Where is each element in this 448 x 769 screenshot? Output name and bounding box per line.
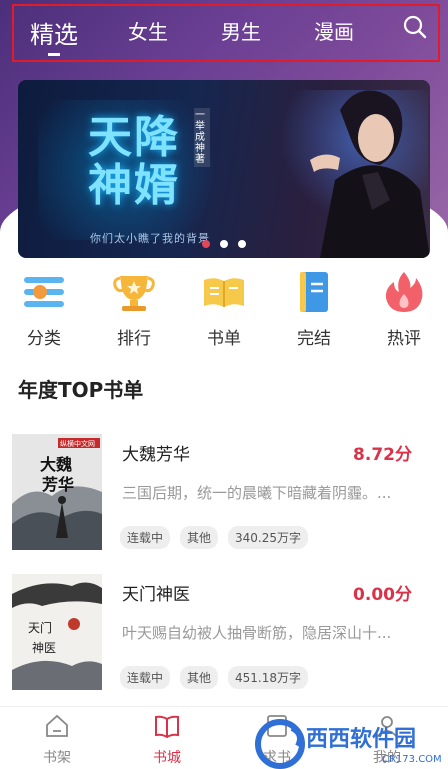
nav-book-city[interactable]: 书城	[132, 713, 202, 767]
search-icon[interactable]	[402, 14, 428, 40]
book-tags: 连载中 其他 451.18万字	[120, 666, 309, 689]
status-tag: 连载中	[120, 526, 171, 549]
tab-male[interactable]: 男生	[221, 16, 261, 45]
book-description: 三国后期，统一的晨曦下暗藏着阴霾。...	[122, 484, 392, 502]
svg-text:天门: 天门	[28, 620, 52, 635]
book-score: 0.00分	[353, 585, 412, 605]
genre-tag: 其他	[180, 526, 219, 549]
svg-text:神医: 神医	[32, 641, 56, 655]
book-item[interactable]: 天门 神医 天门神医 0.00分 叶天赐自幼被人抽骨断筋，隐居深山十... 连载…	[0, 574, 448, 704]
booklist-icon	[204, 278, 244, 307]
category-hot-reviews[interactable]: 热评	[374, 270, 434, 349]
book-description: 叶天赐自幼被人抽骨断筋，隐居深山十...	[122, 624, 392, 642]
top-tab-bar: 精选 女生 男生 漫画	[12, 4, 440, 62]
svg-text:大魏: 大魏	[40, 455, 72, 474]
tab-comics[interactable]: 漫画	[314, 16, 354, 45]
promo-banner[interactable]: 天降神婿 一举成神 著 你们太小瞧了我的背景	[18, 80, 430, 258]
banner-title: 天降神婿	[88, 112, 180, 211]
carousel-dot[interactable]	[238, 240, 246, 248]
tab-label: 女生	[128, 20, 168, 44]
watermark-text: 西西软件园	[306, 726, 416, 752]
category-finished[interactable]: 完结	[284, 270, 344, 349]
book-title: 大魏芳华	[122, 445, 190, 465]
category-label: 排行	[117, 329, 151, 349]
category-ranking[interactable]: 排行	[104, 270, 164, 349]
book-title: 天门神医	[122, 585, 190, 605]
category-label: 分类	[27, 329, 61, 349]
active-tab-indicator	[48, 53, 60, 56]
section-title: 年度TOP书单	[18, 378, 144, 402]
book-cover: 天门 神医	[12, 574, 102, 690]
category-icon	[24, 277, 64, 307]
tab-label: 漫画	[314, 20, 354, 44]
site-watermark: 西西软件园 CR173.COM	[255, 719, 442, 769]
category-label: 热评	[387, 329, 421, 349]
book-tags: 连载中 其他 340.25万字	[120, 526, 309, 549]
book-cover: 纵横中文网 大魏 芳华	[12, 434, 102, 550]
status-tag: 连载中	[120, 666, 171, 689]
tab-female[interactable]: 女生	[128, 16, 168, 45]
category-label: 书单	[207, 329, 241, 349]
nav-bookshelf[interactable]: 书架	[22, 713, 92, 767]
finished-book-icon	[300, 272, 328, 312]
tab-label: 男生	[221, 20, 261, 44]
category-booklist[interactable]: 书单	[194, 270, 254, 349]
carousel-dot[interactable]	[202, 240, 210, 248]
cover-badge: 纵横中文网	[60, 439, 95, 448]
bookshelf-icon	[46, 714, 68, 737]
book-score: 8.72分	[353, 445, 412, 465]
carousel-dots	[18, 240, 430, 248]
trophy-icon	[113, 276, 155, 311]
wordcount-tag: 340.25万字	[228, 526, 309, 549]
category-label: 完结	[297, 329, 331, 349]
book-item[interactable]: 纵横中文网 大魏 芳华 大魏芳华 8.72分 三国后期，统一的晨曦下暗藏着阴霾。…	[0, 434, 448, 564]
banner-character-image	[310, 90, 430, 258]
banner-author: 一举成神 著	[194, 108, 210, 167]
category-classify[interactable]: 分类	[14, 270, 74, 349]
category-grid: 分类 排行 书单 完结 热评	[0, 270, 448, 350]
genre-tag: 其他	[180, 666, 219, 689]
tab-label: 精选	[30, 21, 78, 49]
wordcount-tag: 451.18万字	[228, 666, 309, 689]
watermark-sub: CR173.COM	[382, 754, 442, 765]
flame-icon	[385, 272, 423, 312]
tab-featured[interactable]: 精选	[30, 15, 78, 56]
nav-label: 书架	[43, 750, 71, 766]
book-city-icon	[155, 715, 179, 739]
nav-label: 书城	[153, 750, 181, 766]
svg-text:芳华: 芳华	[42, 475, 74, 494]
carousel-dot[interactable]	[220, 240, 228, 248]
